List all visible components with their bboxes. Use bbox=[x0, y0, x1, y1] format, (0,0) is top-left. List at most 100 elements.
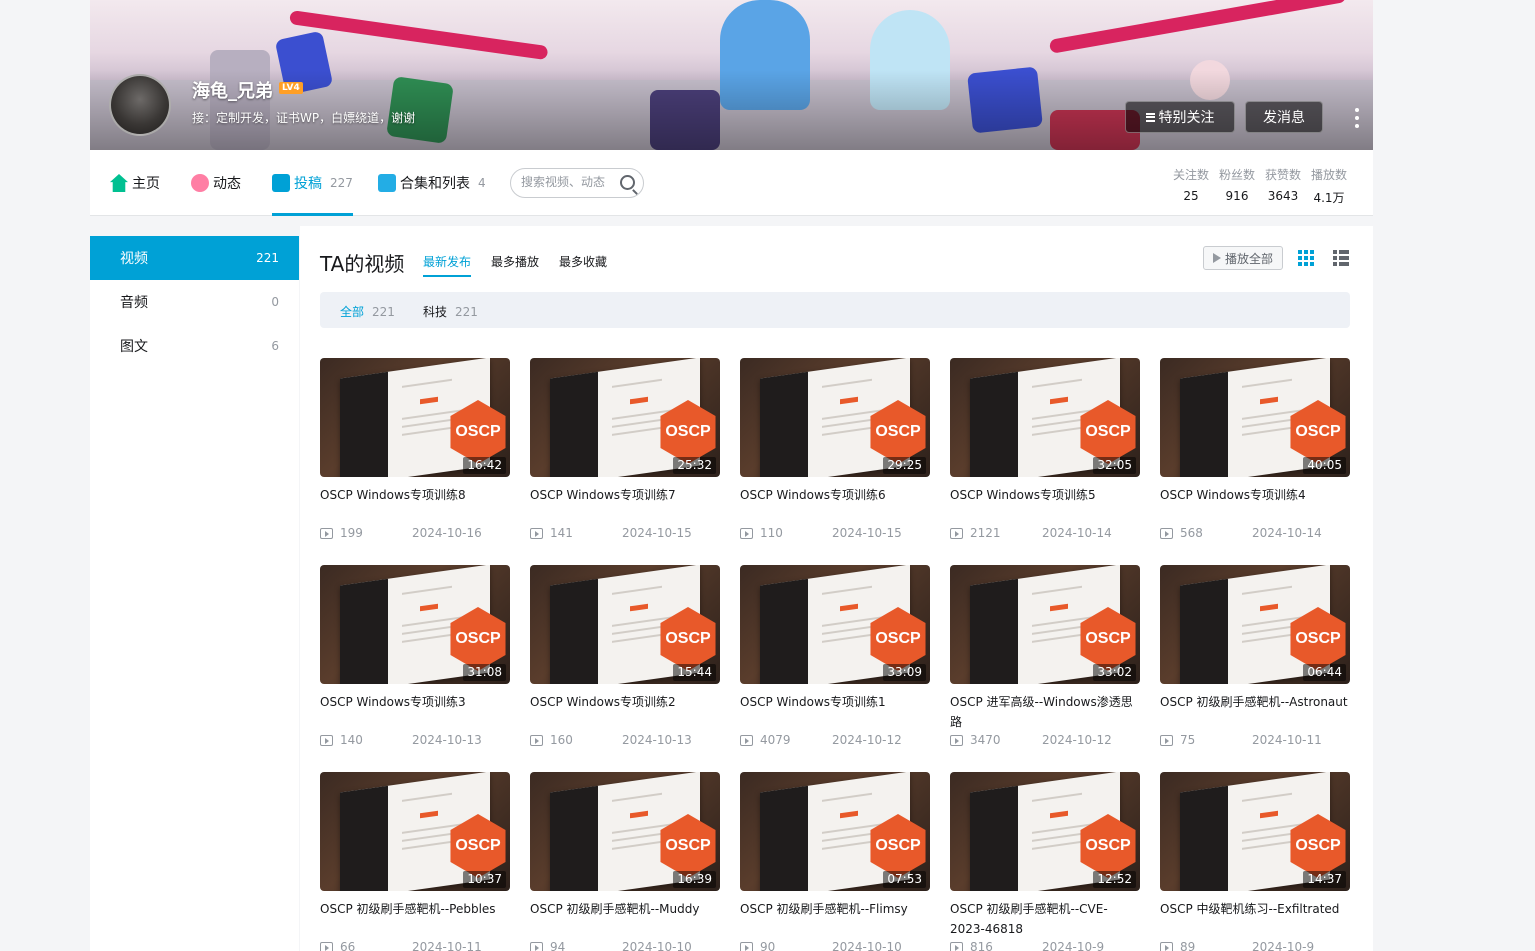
video-date: 2024-10-14 bbox=[1042, 526, 1112, 540]
video-views: 140 bbox=[340, 733, 363, 747]
video-title[interactable]: OSCP Windows专项训练4 bbox=[1160, 485, 1350, 525]
video-meta: 816 2024-10-9 bbox=[950, 940, 1140, 951]
message-button[interactable]: 发消息 bbox=[1245, 101, 1323, 133]
tab-home[interactable]: 主页 bbox=[110, 150, 160, 216]
video-date: 2024-10-12 bbox=[1042, 733, 1112, 747]
menu-icon bbox=[1145, 112, 1155, 122]
video-thumbnail[interactable]: OSCP 29:25 bbox=[740, 358, 930, 477]
play-count-icon bbox=[950, 735, 963, 746]
video-thumbnail[interactable]: OSCP 16:39 bbox=[530, 772, 720, 891]
filter-tech[interactable]: 科技 221 bbox=[423, 303, 478, 320]
order-newest[interactable]: 最新发布 bbox=[423, 253, 472, 277]
tab-uploads[interactable]: 投稿 227 bbox=[272, 150, 353, 216]
tab-collections[interactable]: 合集和列表 4 bbox=[378, 150, 486, 216]
stat-followers[interactable]: 粉丝数 916 bbox=[1219, 166, 1255, 203]
home-icon bbox=[110, 174, 128, 192]
video-date: 2024-10-13 bbox=[622, 733, 692, 747]
video-thumbnail[interactable]: OSCP 32:05 bbox=[950, 358, 1140, 477]
video-meta: 66 2024-10-11 bbox=[320, 940, 510, 951]
grid-view-icon[interactable] bbox=[1298, 250, 1314, 266]
more-options-icon[interactable] bbox=[1352, 108, 1362, 128]
video-card[interactable]: OSCP 10:37 OSCP 初级刷手感靶机--Pebbles 66 2024-10-… bbox=[320, 772, 510, 951]
video-title[interactable]: OSCP Windows专项训练7 bbox=[530, 485, 720, 525]
filter-all[interactable]: 全部 221 bbox=[340, 303, 395, 320]
play-count-icon bbox=[740, 528, 753, 539]
sidebar-item-audio[interactable]: 音频 0 bbox=[90, 280, 299, 324]
video-thumbnail[interactable]: OSCP 33:02 bbox=[950, 565, 1140, 684]
video-card[interactable]: OSCP 29:25 OSCP Windows专项训练6 110 2024-10-15 bbox=[740, 358, 930, 542]
video-card[interactable]: OSCP 33:09 OSCP Windows专项训练1 4079 2024-10-12 bbox=[740, 565, 930, 749]
video-title[interactable]: OSCP Windows专项训练6 bbox=[740, 485, 930, 525]
video-thumbnail[interactable]: OSCP 10:37 bbox=[320, 772, 510, 891]
video-card[interactable]: OSCP 07:53 OSCP 初级刷手感靶机--Flimsy 90 2024-10-1… bbox=[740, 772, 930, 951]
video-thumbnail[interactable]: OSCP 40:05 bbox=[1160, 358, 1350, 477]
video-duration: 25:32 bbox=[673, 457, 716, 474]
video-card[interactable]: OSCP 15:44 OSCP Windows专项训练2 160 2024-10-13 bbox=[530, 565, 720, 749]
search-input[interactable] bbox=[521, 175, 616, 189]
stat-label: 获赞数 bbox=[1265, 168, 1302, 182]
video-title[interactable]: OSCP 初级刷手感靶机--Muddy bbox=[530, 899, 720, 939]
video-views: 90 bbox=[760, 940, 776, 951]
list-view-icon[interactable] bbox=[1333, 250, 1349, 266]
video-title[interactable]: OSCP Windows专项训练2 bbox=[530, 692, 720, 732]
video-date: 2024-10-12 bbox=[832, 733, 902, 747]
video-title[interactable]: OSCP 中级靶机练习--Exfiltrated bbox=[1160, 899, 1350, 939]
search-icon[interactable] bbox=[620, 175, 635, 190]
video-title[interactable]: OSCP 初级刷手感靶机--Pebbles bbox=[320, 899, 510, 939]
special-follow-button[interactable]: 特别关注 bbox=[1125, 101, 1235, 133]
tab-home-label: 主页 bbox=[132, 176, 160, 192]
video-card[interactable]: OSCP 33:02 OSCP 进军高级--Windows渗透思路 3470 2024-… bbox=[950, 565, 1140, 749]
video-title[interactable]: OSCP 初级刷手感靶机--Astronaut bbox=[1160, 692, 1350, 732]
video-meta: 3470 2024-10-12 bbox=[950, 733, 1140, 749]
filter-count: 221 bbox=[455, 305, 478, 319]
video-card[interactable]: OSCP 14:37 OSCP 中级靶机练习--Exfiltrated 89 2024-… bbox=[1160, 772, 1350, 951]
tab-dynamic[interactable]: 动态 bbox=[191, 150, 241, 216]
video-title[interactable]: OSCP Windows专项训练5 bbox=[950, 485, 1140, 525]
video-card[interactable]: OSCP 12:52 OSCP 初级刷手感靶机--CVE-2023-46818 816… bbox=[950, 772, 1140, 951]
video-card[interactable]: OSCP 06:44 OSCP 初级刷手感靶机--Astronaut 75 2024-1… bbox=[1160, 565, 1350, 749]
video-thumbnail[interactable]: OSCP 33:09 bbox=[740, 565, 930, 684]
video-card[interactable]: OSCP 16:39 OSCP 初级刷手感靶机--Muddy 94 2024-10-10 bbox=[530, 772, 720, 951]
video-duration: 29:25 bbox=[883, 457, 926, 474]
video-duration: 10:37 bbox=[463, 871, 506, 888]
sidebar-item-article[interactable]: 图文 6 bbox=[90, 324, 299, 368]
video-views: 4079 bbox=[760, 733, 791, 747]
sidebar-item-video[interactable]: 视频 221 bbox=[90, 236, 299, 280]
video-thumbnail[interactable]: OSCP 15:44 bbox=[530, 565, 720, 684]
video-thumbnail[interactable]: OSCP 25:32 bbox=[530, 358, 720, 477]
video-card[interactable]: OSCP 31:08 OSCP Windows专项训练3 140 2024-10-13 bbox=[320, 565, 510, 749]
video-title[interactable]: OSCP 初级刷手感靶机--Flimsy bbox=[740, 899, 930, 939]
play-count-icon bbox=[1160, 528, 1173, 539]
video-title[interactable]: OSCP 进军高级--Windows渗透思路 bbox=[950, 692, 1140, 732]
video-card[interactable]: OSCP 40:05 OSCP Windows专项训练4 568 2024-10-14 bbox=[1160, 358, 1350, 542]
video-meta: 90 2024-10-10 bbox=[740, 940, 930, 951]
stat-plays: 播放数 4.1万 bbox=[1311, 166, 1347, 206]
video-card[interactable]: OSCP 32:05 OSCP Windows专项训练5 2121 2024-10-14 bbox=[950, 358, 1140, 542]
avatar[interactable] bbox=[109, 74, 171, 136]
video-title[interactable]: OSCP 初级刷手感靶机--CVE-2023-46818 bbox=[950, 899, 1140, 939]
stat-value: 3643 bbox=[1267, 189, 1299, 203]
video-thumbnail[interactable]: OSCP 06:44 bbox=[1160, 565, 1350, 684]
video-card[interactable]: OSCP 25:32 OSCP Windows专项训练7 141 2024-10-15 bbox=[530, 358, 720, 542]
video-thumbnail[interactable]: OSCP 31:08 bbox=[320, 565, 510, 684]
video-card[interactable]: OSCP 16:42 OSCP Windows专项训练8 199 2024-10-16 bbox=[320, 358, 510, 542]
play-count-icon bbox=[1160, 735, 1173, 746]
video-thumbnail[interactable]: OSCP 07:53 bbox=[740, 772, 930, 891]
video-thumbnail[interactable]: OSCP 12:52 bbox=[950, 772, 1140, 891]
filter-label: 全部 bbox=[340, 305, 365, 319]
collections-icon bbox=[378, 174, 396, 192]
video-title[interactable]: OSCP Windows专项训练1 bbox=[740, 692, 930, 732]
play-count-icon bbox=[950, 528, 963, 539]
username: 海龟_兄弟 bbox=[192, 81, 273, 102]
order-most-favorited[interactable]: 最多收藏 bbox=[559, 253, 607, 270]
sidebar-item-label: 音频 bbox=[120, 295, 148, 311]
video-title[interactable]: OSCP Windows专项训练3 bbox=[320, 692, 510, 732]
video-thumbnail[interactable]: OSCP 16:42 bbox=[320, 358, 510, 477]
video-duration: 31:08 bbox=[463, 664, 506, 681]
stat-following[interactable]: 关注数 25 bbox=[1173, 166, 1209, 203]
video-title[interactable]: OSCP Windows专项训练8 bbox=[320, 485, 510, 525]
video-thumbnail[interactable]: OSCP 14:37 bbox=[1160, 772, 1350, 891]
play-all-button[interactable]: 播放全部 bbox=[1203, 246, 1283, 270]
video-duration: 16:42 bbox=[463, 457, 506, 474]
order-most-played[interactable]: 最多播放 bbox=[491, 253, 539, 270]
